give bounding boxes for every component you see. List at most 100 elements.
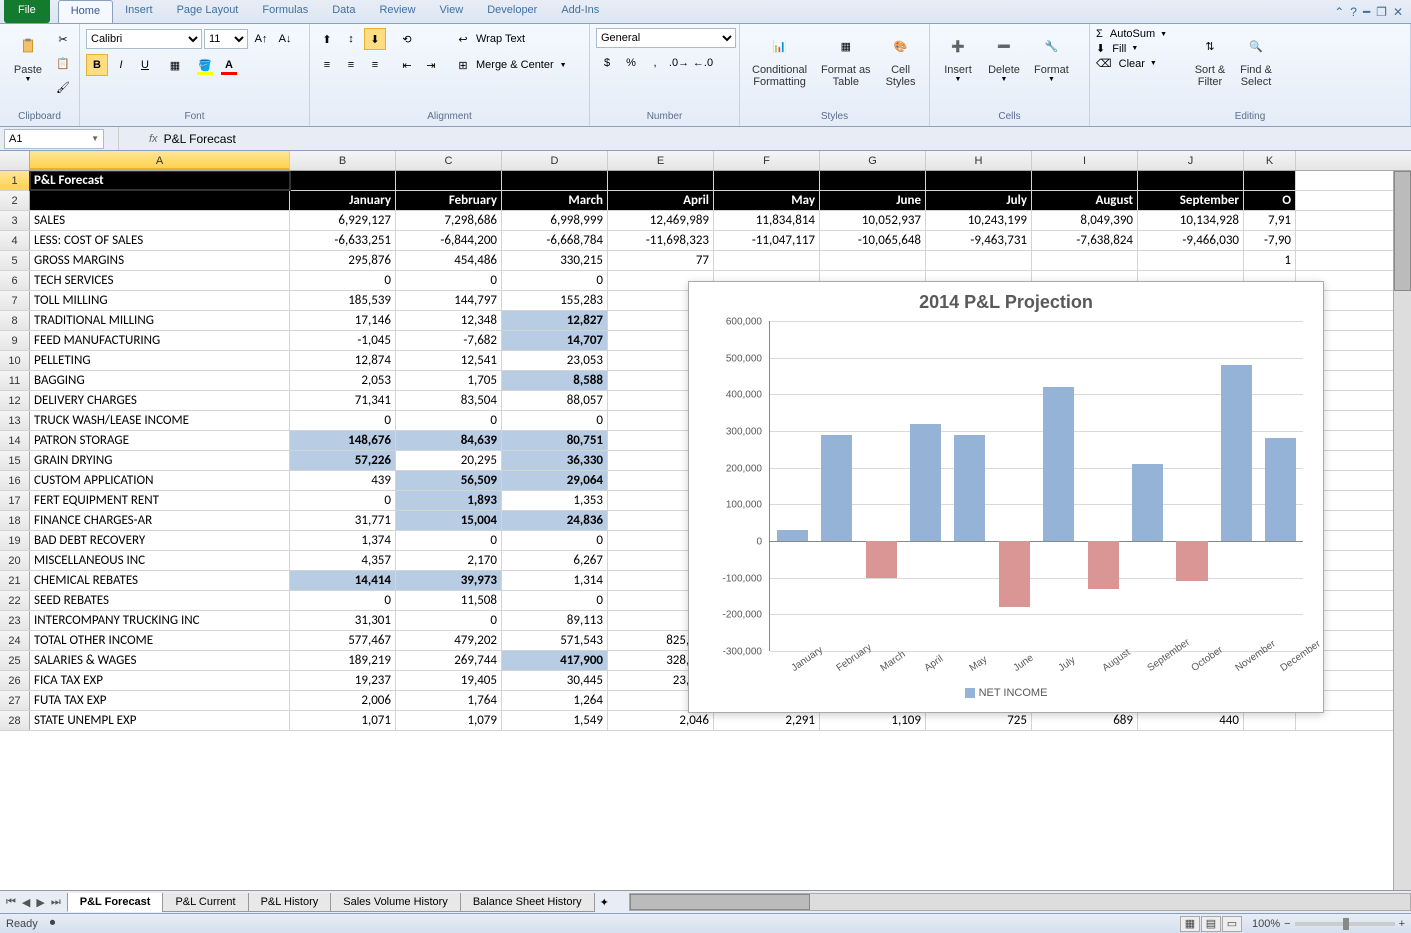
cell[interactable]: 7,298,686	[396, 211, 502, 230]
window-close-icon[interactable]: ✕	[1393, 5, 1403, 19]
cell[interactable]: 0	[396, 531, 502, 550]
cell[interactable]: 10,134,928	[1138, 211, 1244, 230]
cell[interactable]: April	[608, 191, 714, 210]
cell[interactable]: 14,414	[290, 571, 396, 590]
cell[interactable]	[1138, 171, 1244, 190]
cell[interactable]: 0	[502, 271, 608, 290]
row-header[interactable]: 17	[0, 491, 30, 510]
row-header[interactable]: 24	[0, 631, 30, 650]
cell[interactable]: P&L Forecast	[30, 171, 290, 190]
cell[interactable]: 7,91	[1244, 211, 1296, 230]
cell[interactable]: 12,469,989	[608, 211, 714, 230]
cell[interactable]: PELLETING	[30, 351, 290, 370]
cell[interactable]	[714, 171, 820, 190]
format-cells-button[interactable]: 🔧Format▼	[1028, 28, 1075, 85]
column-header[interactable]: K	[1244, 151, 1296, 170]
percent-icon[interactable]: %	[620, 52, 642, 74]
macro-record-icon[interactable]: ⏺	[50, 917, 56, 930]
cell[interactable]: LESS: COST OF SALES	[30, 231, 290, 250]
cell[interactable]: SALARIES & WAGES	[30, 651, 290, 670]
cell[interactable]: 12,348	[396, 311, 502, 330]
cell[interactable]: PATRON STORAGE	[30, 431, 290, 450]
cell[interactable]: 439	[290, 471, 396, 490]
cell[interactable]: 17,146	[290, 311, 396, 330]
cell[interactable]: BAD DEBT RECOVERY	[30, 531, 290, 550]
sheet-tab[interactable]: Balance Sheet History	[460, 893, 595, 912]
vertical-scrollbar[interactable]	[1393, 171, 1411, 890]
row-header[interactable]: 10	[0, 351, 30, 370]
font-name-select[interactable]: Calibri	[86, 29, 202, 49]
conditional-formatting-button[interactable]: 📊Conditional Formatting	[746, 28, 813, 90]
cell[interactable]: 19,405	[396, 671, 502, 690]
cell[interactable]: FERT EQUIPMENT RENT	[30, 491, 290, 510]
cell[interactable]: 19,237	[290, 671, 396, 690]
tab-insert[interactable]: Insert	[113, 0, 165, 23]
cell[interactable]: 725	[926, 711, 1032, 730]
cell[interactable]: -10,065,648	[820, 231, 926, 250]
cell[interactable]: FINANCE CHARGES-AR	[30, 511, 290, 530]
sort-filter-button[interactable]: ⇅Sort & Filter	[1188, 28, 1232, 90]
cell[interactable]	[714, 251, 820, 270]
row-header[interactable]: 13	[0, 411, 30, 430]
bold-button[interactable]: B	[86, 54, 108, 76]
cell[interactable]	[1244, 171, 1296, 190]
row-header[interactable]: 3	[0, 211, 30, 230]
cell[interactable]: 0	[290, 591, 396, 610]
cell[interactable]: 15,004	[396, 511, 502, 530]
row-header[interactable]: 20	[0, 551, 30, 570]
chart-object[interactable]: 2014 P&L Projection -300,000-200,000-100…	[688, 281, 1324, 713]
row-header[interactable]: 12	[0, 391, 30, 410]
format-painter-icon[interactable]: 🖌	[52, 76, 74, 98]
cell[interactable]: -1,045	[290, 331, 396, 350]
cell[interactable]: January	[290, 191, 396, 210]
autosum-button[interactable]: Σ AutoSum▼	[1096, 28, 1186, 40]
cell[interactable]: 6,998,999	[502, 211, 608, 230]
row-header[interactable]: 28	[0, 711, 30, 730]
insert-cells-button[interactable]: ➕Insert▼	[936, 28, 980, 85]
cell[interactable]: MISCELLANEOUS INC	[30, 551, 290, 570]
cell[interactable]: 0	[502, 531, 608, 550]
cell[interactable]: SEED REBATES	[30, 591, 290, 610]
cell[interactable]: 269,744	[396, 651, 502, 670]
cell[interactable]: 71,341	[290, 391, 396, 410]
clear-button[interactable]: ⌫ Clear▼	[1096, 57, 1186, 70]
number-format-select[interactable]: General	[596, 28, 736, 48]
cell[interactable]: 1,109	[820, 711, 926, 730]
normal-view-icon[interactable]: ▦	[1180, 916, 1200, 932]
align-bottom-icon[interactable]: ⬇	[364, 28, 386, 50]
row-header[interactable]: 7	[0, 291, 30, 310]
cell[interactable]: GRAIN DRYING	[30, 451, 290, 470]
zoom-out-icon[interactable]: −	[1284, 918, 1290, 930]
increase-font-icon[interactable]: A↑	[250, 28, 272, 50]
cell[interactable]: June	[820, 191, 926, 210]
cell[interactable]: 440	[1138, 711, 1244, 730]
fill-button[interactable]: ⬇ Fill▼	[1096, 42, 1186, 55]
cell[interactable]: 0	[290, 491, 396, 510]
column-header[interactable]: C	[396, 151, 502, 170]
cell[interactable]: TRADITIONAL MILLING	[30, 311, 290, 330]
cell[interactable]: 30,445	[502, 671, 608, 690]
row-header[interactable]: 19	[0, 531, 30, 550]
new-sheet-icon[interactable]: ✦	[600, 896, 609, 909]
tab-review[interactable]: Review	[367, 0, 427, 23]
tab-formulas[interactable]: Formulas	[250, 0, 320, 23]
cell[interactable]: -6,844,200	[396, 231, 502, 250]
increase-decimal-icon[interactable]: .0→	[668, 52, 690, 74]
cell[interactable]: -6,668,784	[502, 231, 608, 250]
cell[interactable]	[396, 171, 502, 190]
underline-button[interactable]: U	[134, 54, 156, 76]
cell[interactable]: 8,588	[502, 371, 608, 390]
cell[interactable]: 689	[1032, 711, 1138, 730]
cell[interactable]: 1,264	[502, 691, 608, 710]
increase-indent-icon[interactable]: ⇥	[420, 54, 442, 76]
cell[interactable]: -9,466,030	[1138, 231, 1244, 250]
orientation-icon[interactable]: ⟲	[396, 28, 418, 50]
column-header[interactable]: E	[608, 151, 714, 170]
comma-icon[interactable]: ,	[644, 52, 666, 74]
cell[interactable]: 14,707	[502, 331, 608, 350]
row-header[interactable]: 25	[0, 651, 30, 670]
cell[interactable]: 2,046	[608, 711, 714, 730]
help-icon[interactable]: ?	[1350, 5, 1357, 19]
page-layout-view-icon[interactable]: ▤	[1201, 916, 1221, 932]
fx-icon[interactable]: fx	[149, 133, 158, 145]
